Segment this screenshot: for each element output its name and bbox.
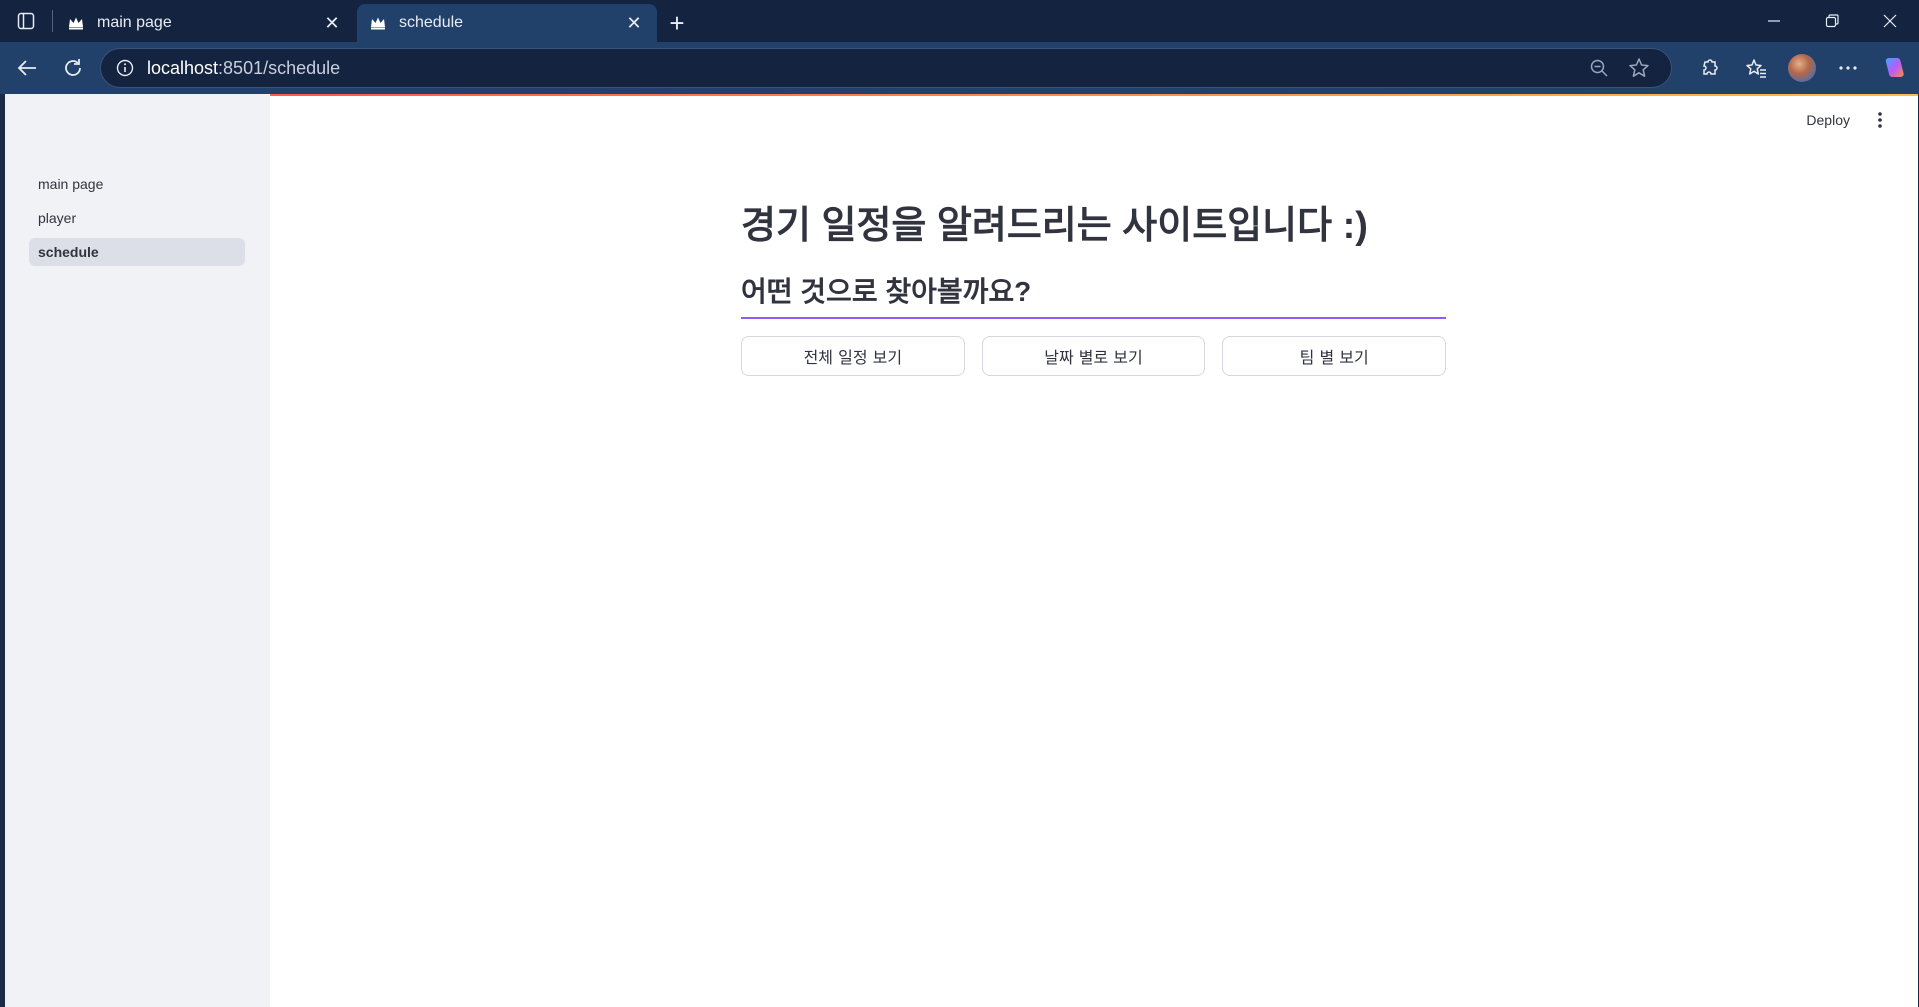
- crown-icon: [367, 12, 389, 34]
- browser-tab-main-page[interactable]: main page ✕: [55, 4, 355, 42]
- zoom-out-icon[interactable]: [1579, 58, 1619, 78]
- restore-icon[interactable]: [1803, 0, 1861, 42]
- sidebar-item-label: player: [38, 210, 77, 226]
- page-title: 경기 일정을 알려드리는 사이트입니다 :): [741, 205, 1368, 247]
- favorites-list-icon[interactable]: [1733, 48, 1779, 88]
- view-option-buttons: 전체 일정 보기 날짜 별로 보기 팀 별 보기: [741, 336, 1447, 376]
- tab-close-icon[interactable]: ✕: [623, 12, 645, 34]
- favorite-star-icon[interactable]: [1619, 57, 1659, 79]
- browser-toolbar: localhost:8501/schedule: [0, 42, 1919, 94]
- more-options-icon[interactable]: [1825, 48, 1871, 88]
- tab-title: main page: [97, 14, 172, 31]
- page-subtitle: 어떤 것으로 찾아볼까요?: [741, 276, 1032, 307]
- avatar-image: [1788, 54, 1816, 82]
- copilot-icon[interactable]: [1871, 48, 1917, 88]
- deploy-button[interactable]: Deploy: [1806, 112, 1850, 128]
- sidebar-item-player[interactable]: player: [29, 204, 245, 232]
- site-info-icon[interactable]: [113, 59, 137, 77]
- sidebar-nav: main page player schedule: [29, 170, 245, 272]
- url-path: :8501/schedule: [218, 57, 341, 78]
- url-text: localhost:8501/schedule: [147, 58, 1579, 79]
- extensions-icon[interactable]: [1687, 48, 1733, 88]
- sidebar-item-main-page[interactable]: main page: [29, 170, 245, 198]
- browser-tab-bar: main page ✕ schedule ✕ +: [0, 0, 1919, 42]
- sidebar-item-schedule[interactable]: schedule: [29, 238, 245, 266]
- view-all-schedule-button[interactable]: 전체 일정 보기: [741, 336, 965, 376]
- app-sidebar: main page player schedule: [5, 94, 270, 1007]
- view-by-team-button[interactable]: 팀 별 보기: [1222, 336, 1447, 376]
- reload-icon[interactable]: [50, 48, 96, 88]
- address-bar[interactable]: localhost:8501/schedule: [100, 48, 1672, 88]
- main-menu-icon[interactable]: [1870, 108, 1890, 132]
- url-host: localhost: [147, 57, 219, 78]
- close-window-icon[interactable]: [1861, 0, 1919, 42]
- tab-close-icon[interactable]: ✕: [321, 12, 343, 34]
- sidebar-item-label: main page: [38, 176, 104, 192]
- view-by-date-button[interactable]: 날짜 별로 보기: [981, 336, 1206, 376]
- sidebar-toggle-icon[interactable]: [0, 0, 52, 42]
- browser-tab-schedule[interactable]: schedule ✕: [357, 4, 657, 42]
- header-decoration-bar: [5, 94, 1918, 96]
- page-viewport: main page player schedule Deploy 경기 일정을 …: [5, 94, 1918, 1007]
- minimize-icon[interactable]: [1745, 0, 1803, 42]
- tab-title: schedule: [399, 14, 464, 31]
- window-controls: [1745, 0, 1919, 42]
- subtitle-divider: [741, 317, 1446, 319]
- new-tab-icon[interactable]: +: [657, 4, 697, 42]
- tab-separator: [52, 10, 53, 32]
- profile-avatar[interactable]: [1779, 48, 1825, 88]
- back-arrow-icon[interactable]: [4, 48, 50, 88]
- crown-icon: [65, 12, 87, 34]
- toolbar-right-group: [1687, 48, 1919, 88]
- sidebar-item-label: schedule: [38, 244, 99, 260]
